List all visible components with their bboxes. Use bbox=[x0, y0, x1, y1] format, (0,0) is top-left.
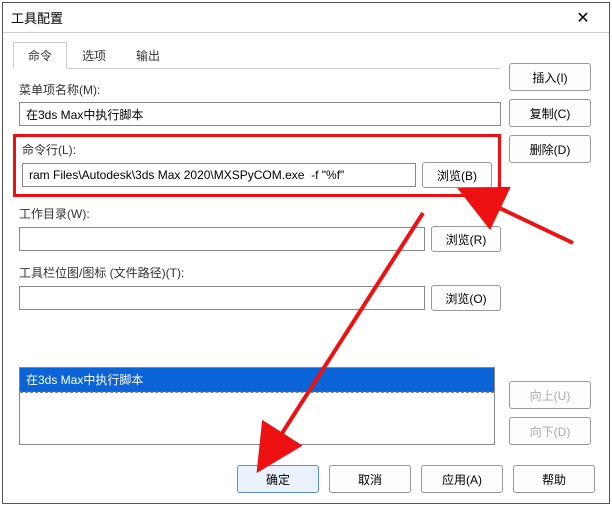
menu-name-input[interactable] bbox=[19, 102, 501, 126]
tab-command[interactable]: 命令 bbox=[13, 42, 67, 69]
cancel-button[interactable]: 取消 bbox=[329, 465, 411, 493]
move-up-button[interactable]: 向上(U) bbox=[509, 381, 591, 409]
move-down-button[interactable]: 向下(D) bbox=[509, 417, 591, 445]
help-button[interactable]: 帮助 bbox=[513, 465, 595, 493]
ok-button[interactable]: 确定 bbox=[237, 465, 319, 493]
work-dir-label: 工作目录(W): bbox=[19, 205, 501, 222]
toolbar-icon-block: 工具栏位图/图标 (文件路径)(T): 浏览(O) bbox=[19, 264, 501, 311]
tab-strip: 命令 选项 输出 bbox=[13, 41, 501, 69]
menu-name-block: 菜单项名称(M): bbox=[19, 81, 501, 126]
command-line-label: 命令行(L): bbox=[22, 141, 492, 158]
command-line-input[interactable] bbox=[22, 163, 416, 187]
tab-options[interactable]: 选项 bbox=[67, 42, 121, 69]
tool-config-dialog: 工具配置 ✕ 命令 选项 输出 菜单项名称(M): 命令行(L): bbox=[2, 2, 610, 504]
titlebar: 工具配置 ✕ bbox=[3, 3, 609, 33]
browse-icon-button[interactable]: 浏览(O) bbox=[431, 285, 501, 311]
right-column: 插入(I) 复制(C) 删除(D) 向上(U) 向下(D) bbox=[509, 41, 599, 445]
window-title: 工具配置 bbox=[11, 8, 63, 27]
content-area: 命令 选项 输出 菜单项名称(M): 命令行(L): 浏览(B) bbox=[3, 33, 609, 453]
bottom-button-bar: 确定 取消 应用(A) 帮助 bbox=[237, 465, 595, 493]
browse-workdir-button[interactable]: 浏览(R) bbox=[431, 226, 501, 252]
list-item[interactable]: 在3ds Max中执行脚本 bbox=[20, 368, 494, 392]
delete-button[interactable]: 删除(D) bbox=[509, 135, 591, 163]
apply-button[interactable]: 应用(A) bbox=[421, 465, 503, 493]
close-button[interactable]: ✕ bbox=[565, 4, 601, 32]
toolbar-icon-input[interactable] bbox=[19, 286, 425, 310]
toolbar-icon-label: 工具栏位图/图标 (文件路径)(T): bbox=[19, 264, 501, 281]
tools-listbox[interactable]: 在3ds Max中执行脚本 bbox=[19, 367, 495, 445]
browse-command-button[interactable]: 浏览(B) bbox=[422, 162, 492, 188]
work-dir-block: 工作目录(W): 浏览(R) bbox=[19, 205, 501, 252]
command-line-highlight: 命令行(L): 浏览(B) bbox=[13, 134, 501, 197]
close-icon: ✕ bbox=[576, 8, 589, 28]
copy-button[interactable]: 复制(C) bbox=[509, 99, 591, 127]
tab-output[interactable]: 输出 bbox=[121, 42, 175, 69]
left-column: 命令 选项 输出 菜单项名称(M): 命令行(L): 浏览(B) bbox=[13, 41, 501, 445]
work-dir-input[interactable] bbox=[19, 227, 425, 251]
insert-button[interactable]: 插入(I) bbox=[509, 63, 591, 91]
menu-name-label: 菜单项名称(M): bbox=[19, 81, 501, 98]
